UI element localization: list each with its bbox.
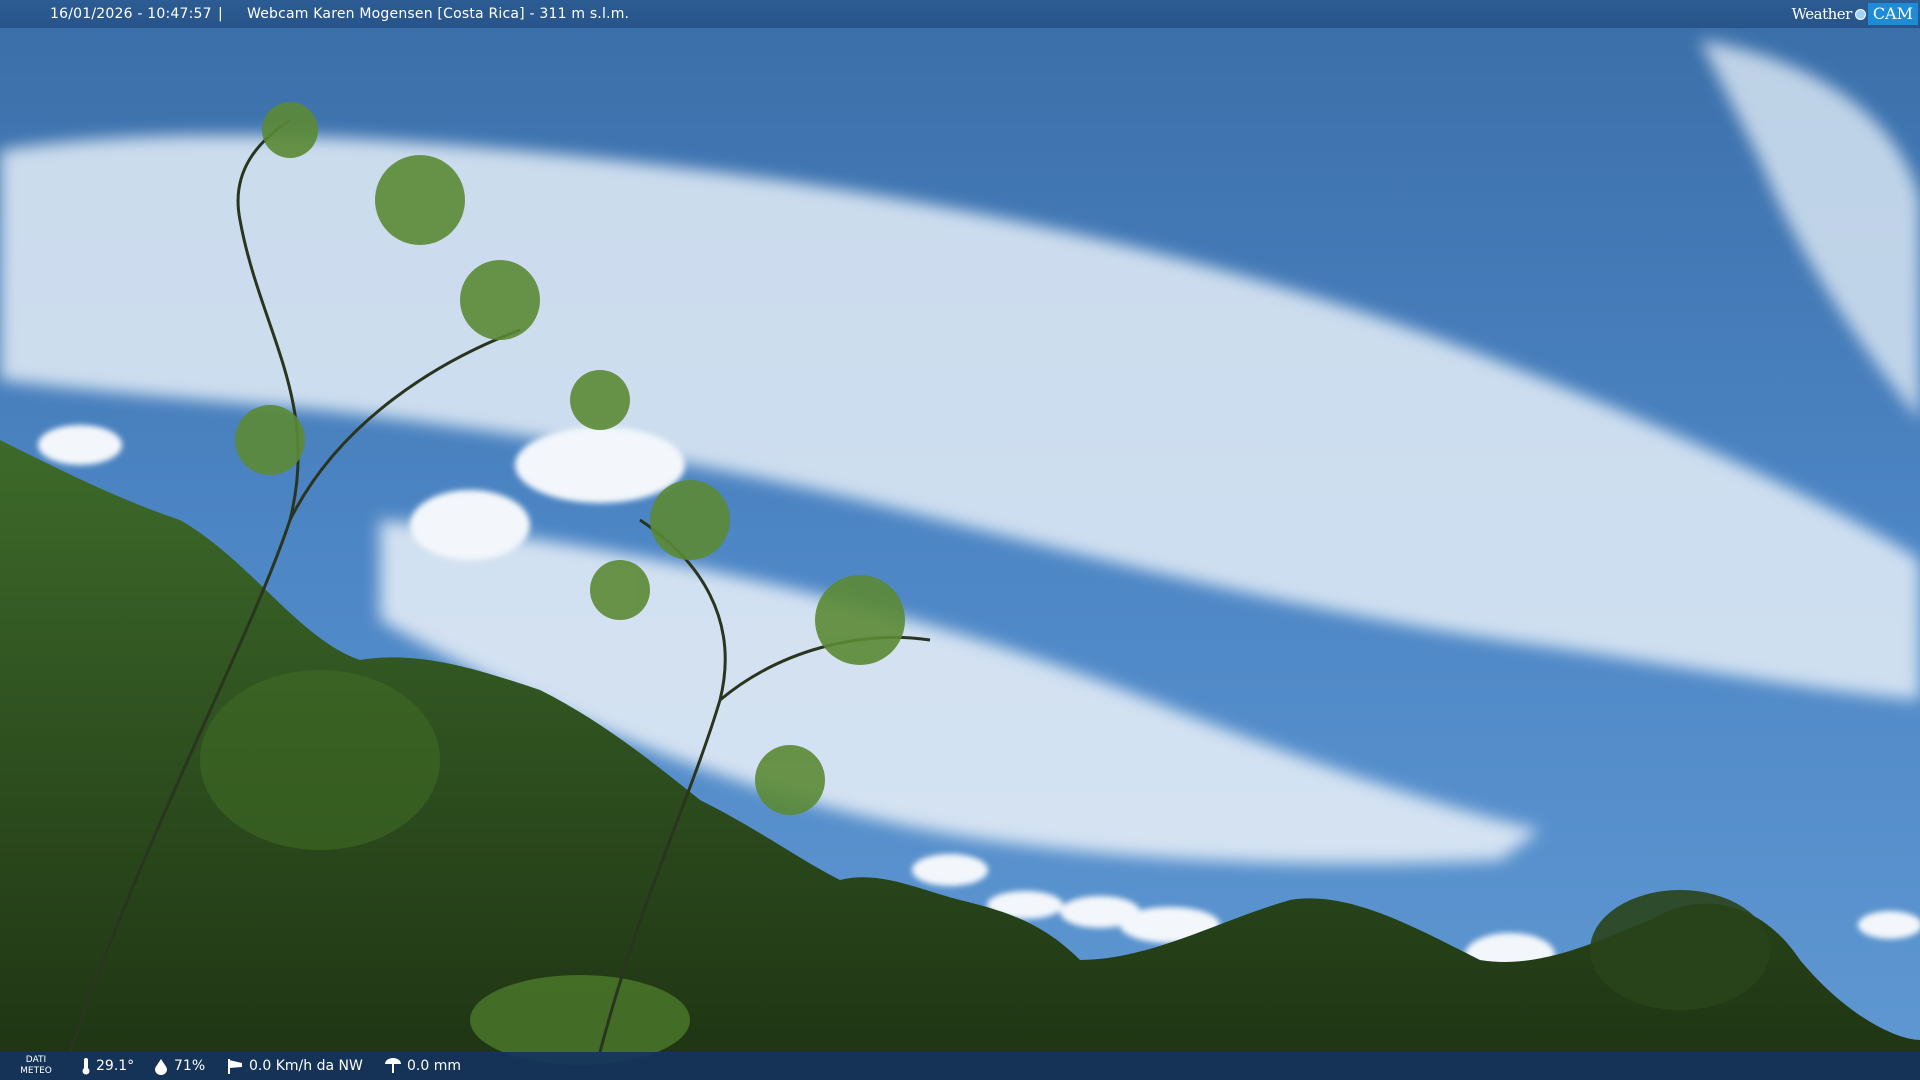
- temperature-reading: 29.1°: [80, 1056, 134, 1076]
- logo-dot-icon: [1854, 8, 1866, 20]
- label-line1: DATI: [25, 1055, 47, 1065]
- logo-word-cam: CAM: [1867, 3, 1918, 25]
- wind-value: 0.0 Km/h da NW: [249, 1058, 363, 1074]
- rain-gauge-icon: [385, 1058, 401, 1073]
- windsock-icon: [228, 1059, 242, 1074]
- weather-data-bar: DATI METEO 29.1° 71% 0.0 Km/h da NW 0.0 …: [0, 1052, 1920, 1080]
- top-info-bar: 16/01/2026 - 10:47:57 | Webcam Karen Mog…: [0, 0, 1920, 28]
- wind-reading: 0.0 Km/h da NW: [225, 1056, 363, 1076]
- timestamp: 16/01/2026 - 10:47:57: [50, 6, 212, 22]
- header-separator: |: [218, 6, 223, 22]
- webcam-title: Webcam Karen Mogensen [Costa Rica] - 311…: [247, 6, 630, 22]
- humidity-value: 71%: [174, 1058, 206, 1074]
- droplet-icon: [155, 1059, 167, 1075]
- thermometer-icon: [82, 1058, 90, 1075]
- weather-data-label: DATI METEO: [19, 1055, 53, 1077]
- label-line2: METEO: [20, 1066, 52, 1076]
- temperature-value: 29.1°: [96, 1058, 135, 1074]
- logo-word-weather: Weather: [1791, 5, 1853, 23]
- weathercam-logo: Weather CAM: [1792, 3, 1918, 25]
- humidity-reading: 71%: [152, 1056, 205, 1076]
- rain-value: 0.0 mm: [407, 1058, 461, 1074]
- webcam-image: [0, 0, 1920, 1080]
- rain-reading: 0.0 mm: [383, 1056, 461, 1076]
